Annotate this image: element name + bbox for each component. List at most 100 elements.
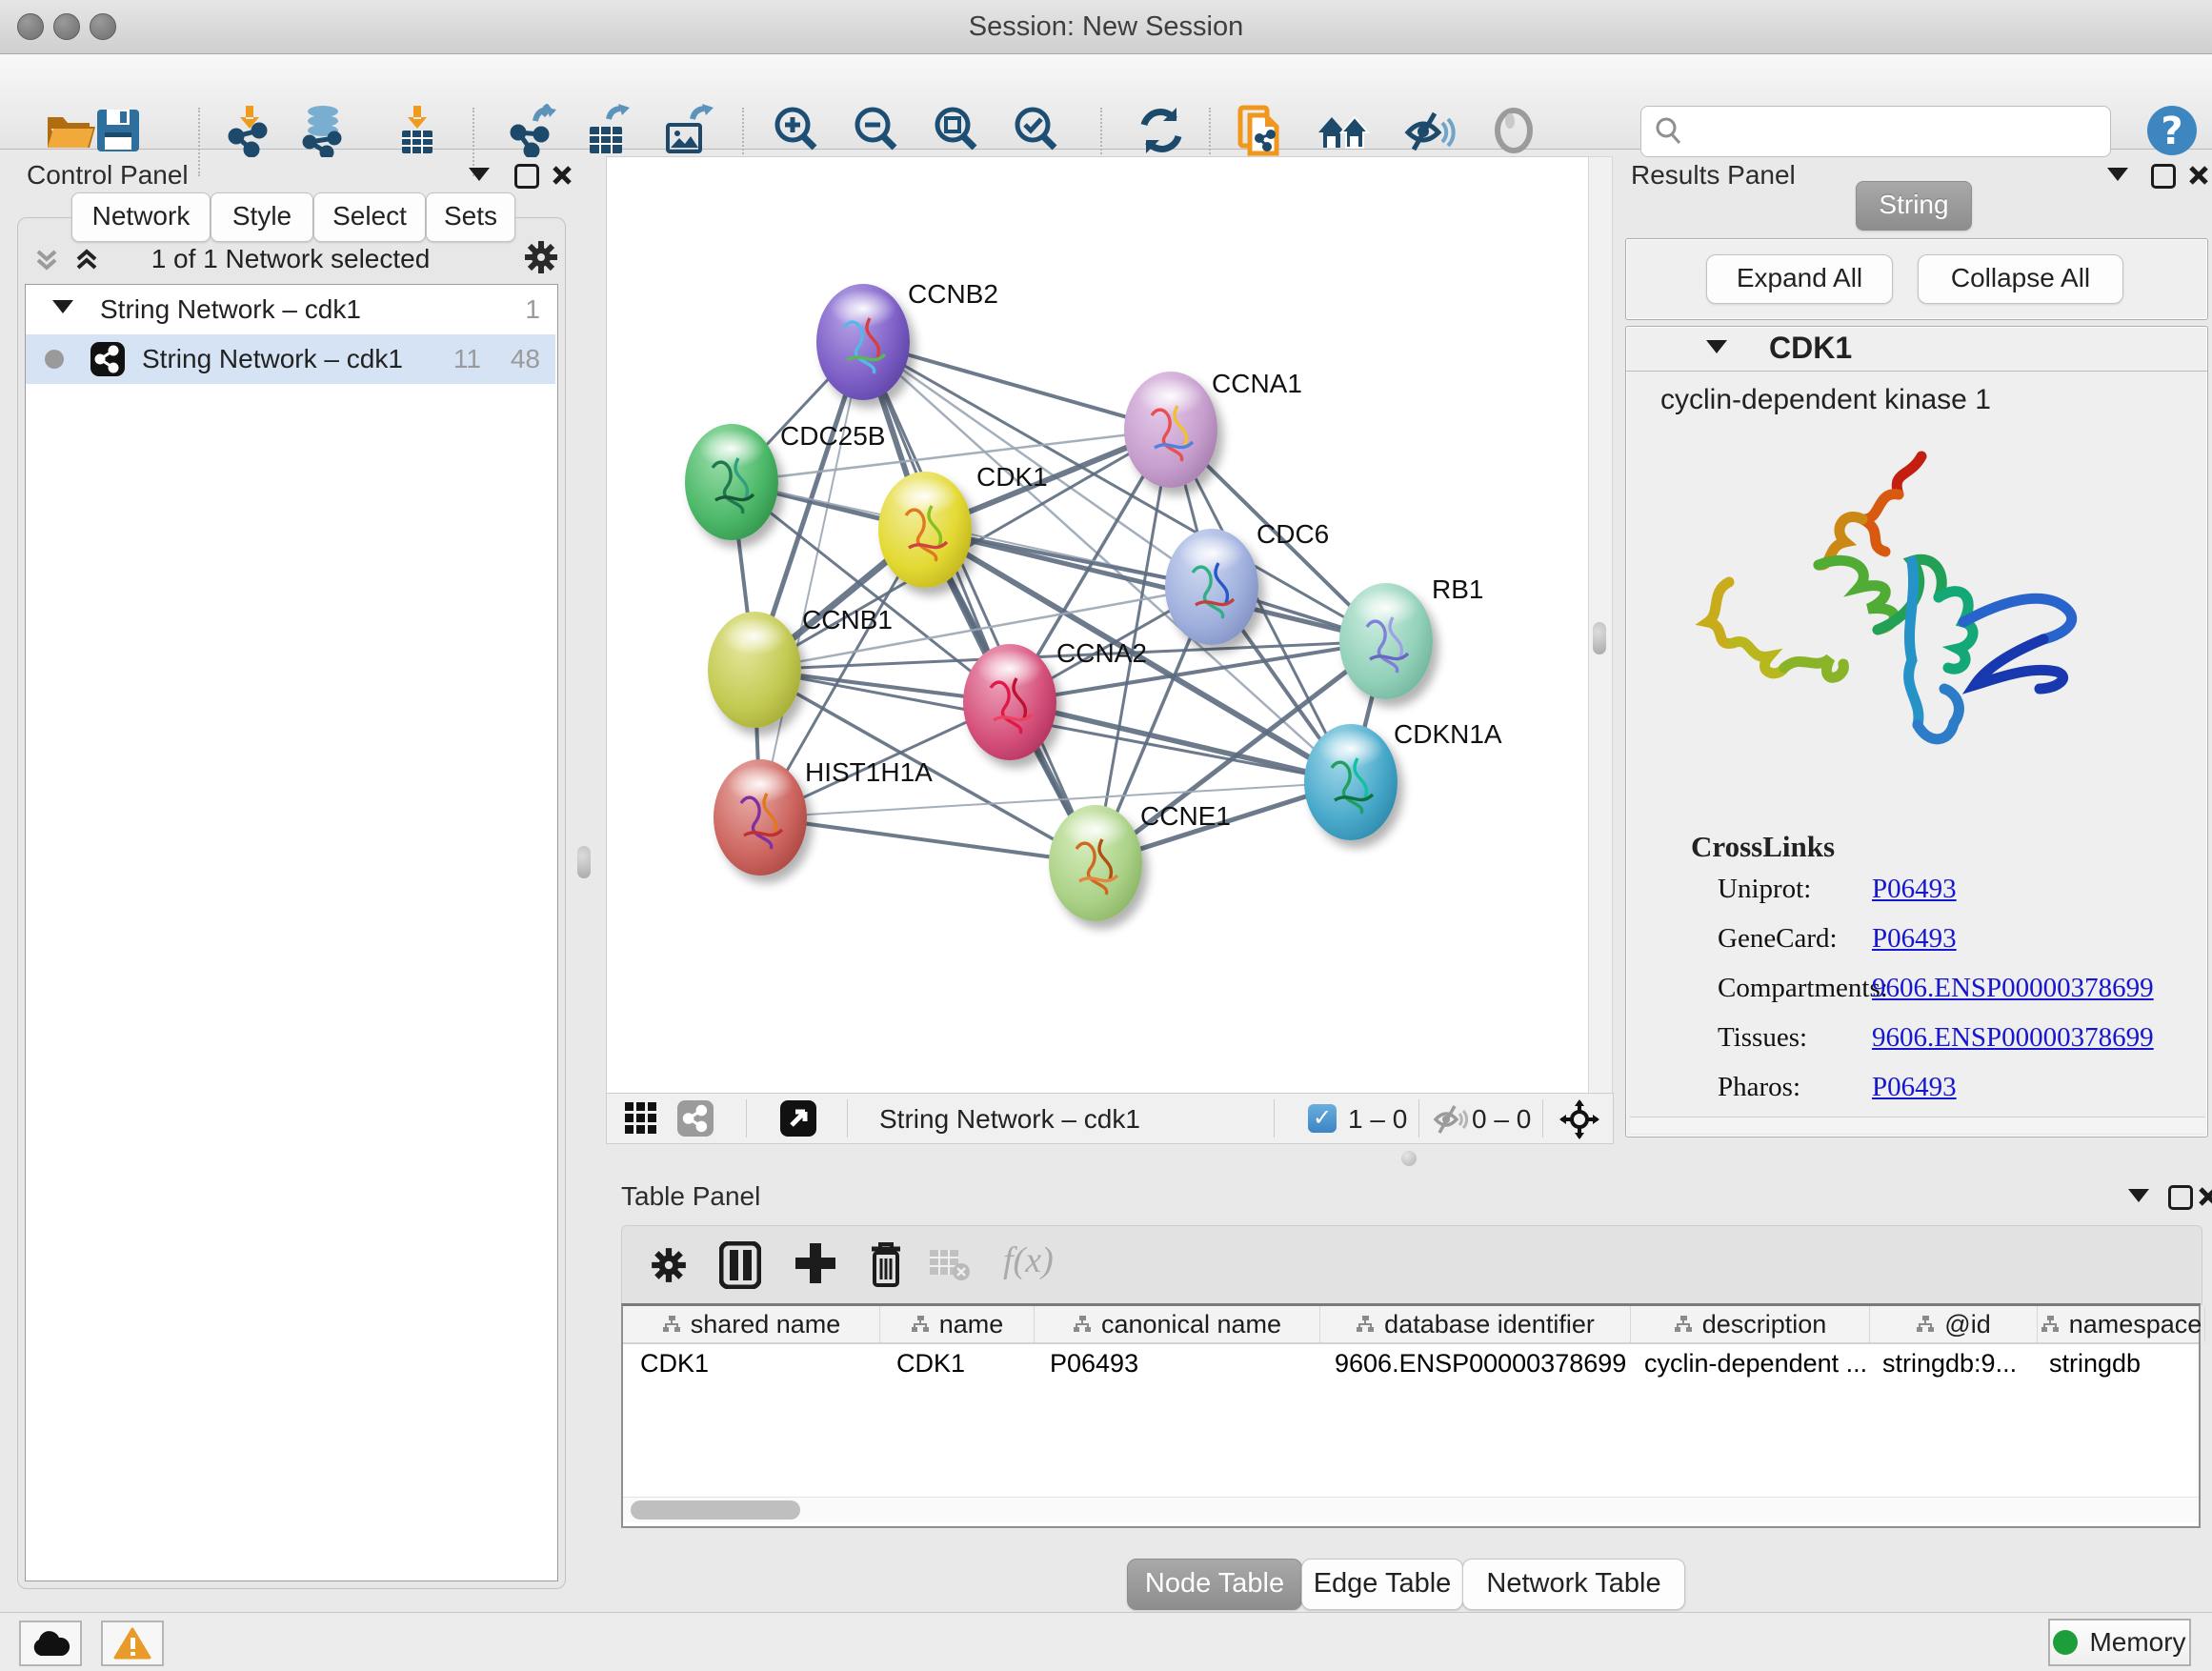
crosslink-link-3[interactable]: 9606.ENSP00000378699 [1872,1022,2154,1054]
tab-network-table[interactable]: Network Table [1462,1559,1685,1610]
control-panel-maximize-icon[interactable] [514,164,539,193]
save-session-icon[interactable] [91,104,145,157]
network-node-CCNE1[interactable] [1049,805,1142,921]
table-panel-float-icon[interactable] [2128,1189,2149,1207]
expand-all-networks-icon[interactable] [72,246,101,279]
export-image-icon[interactable] [660,104,714,157]
control-panel-close-icon[interactable] [551,164,573,191]
tab-node-table[interactable]: Node Table [1127,1559,1302,1610]
memory-button[interactable]: Memory [2048,1619,2191,1666]
network-node-CDC25B[interactable] [685,424,778,540]
network-collection-row[interactable]: String Network – cdk1 1 [26,285,555,334]
import-network-database-icon[interactable] [296,104,350,157]
control-panel-float-icon[interactable] [469,168,490,186]
table-cell[interactable]: CDK1 [623,1344,879,1382]
network-node-CCNA2[interactable] [963,644,1056,760]
tab-network[interactable]: Network [71,192,211,242]
crosslink-link-2[interactable]: 9606.ENSP00000378699 [1872,973,2154,1004]
hidden-eye-slash-icon[interactable] [1432,1102,1468,1141]
refresh-icon[interactable] [1135,104,1188,157]
results-panel-float-icon[interactable] [2107,168,2128,186]
column-header-canonical-name[interactable]: canonical name [1035,1306,1320,1342]
network-node-CCNB2[interactable] [816,284,910,400]
crosslink-link-4[interactable]: P06493 [1872,1072,1957,1103]
tab-sets[interactable]: Sets [426,192,515,242]
column-header-shared-name[interactable]: shared name [623,1306,880,1342]
table-cell[interactable]: 9606.ENSP00000378699 [1317,1344,1627,1382]
warning-status-button[interactable] [101,1621,164,1666]
export-table-icon[interactable] [580,104,633,157]
results-panel-close-icon[interactable] [2187,164,2210,191]
column-header--id[interactable]: @id [1870,1306,2038,1342]
open-session-icon[interactable] [44,104,97,157]
zoom-out-icon[interactable] [850,104,903,157]
tab-edge-table[interactable]: Edge Table [1301,1559,1463,1610]
section-collapse-icon[interactable] [1706,340,1727,353]
home-networks-icon[interactable] [1317,104,1370,157]
column-header-namespace[interactable]: namespace [2038,1306,2205,1342]
network-node-CDKN1A[interactable] [1304,724,1398,840]
results-horizontal-scrollbar[interactable] [1630,1117,2205,1133]
network-node-CDC6[interactable] [1165,529,1258,645]
table-panel-close-icon[interactable] [2197,1185,2212,1213]
cloud-status-button[interactable] [19,1621,82,1666]
crosslink-link-0[interactable]: P06493 [1872,874,1957,905]
table-cell[interactable]: stringdb:9... [1865,1344,2032,1382]
crosslink-link-1[interactable]: P06493 [1872,923,1957,955]
tab-string-results[interactable]: String [1856,181,1972,231]
string-view-badge-icon[interactable] [677,1100,714,1137]
selected-checkbox-icon[interactable]: ✓ [1308,1104,1337,1133]
search-input[interactable] [1691,112,2104,151]
open-in-window-icon[interactable] [780,1100,816,1137]
show-eye-icon[interactable] [1487,104,1540,157]
network-canvas[interactable]: CCNB2CCNA1CDC25BCDK1CDC6RB1CCNB1CCNA2CDK… [606,156,1588,1093]
table-cell[interactable]: cyclin-dependent ... [1627,1344,1865,1382]
table-cell[interactable]: P06493 [1033,1344,1317,1382]
panel-splitter-handle[interactable] [577,846,591,878]
column-header-database-identifier[interactable]: database identifier [1320,1306,1631,1342]
network-node-CCNB1[interactable] [708,612,801,728]
table-scrollbar-thumb[interactable] [631,1500,800,1520]
show-columns-icon[interactable] [719,1241,761,1294]
table-horizontal-scrollbar[interactable] [623,1497,2199,1522]
tab-select[interactable]: Select [313,192,426,242]
canvas-scrollbar-thumb[interactable] [1593,622,1606,654]
export-network-icon[interactable] [507,104,560,157]
collapse-all-button[interactable]: Collapse All [1918,254,2123,304]
import-network-file-icon[interactable] [223,104,276,157]
table-row[interactable]: CDK1CDK1P064939606.ENSP00000378699cyclin… [623,1344,2199,1382]
create-column-icon[interactable] [794,1241,837,1294]
delete-column-trash-icon[interactable] [866,1239,906,1294]
duplicate-network-icon[interactable] [1235,104,1288,157]
network-row-selected[interactable]: String Network – cdk1 11 48 [26,334,555,384]
expand-all-button[interactable]: Expand All [1706,254,1893,304]
canvas-vertical-scrollbar[interactable] [1588,156,1613,1094]
hide-eye-icon[interactable] [1402,104,1456,157]
network-node-HIST1H1A[interactable] [714,759,807,876]
network-options-gear-icon[interactable] [522,238,560,281]
delete-table-icon[interactable] [929,1249,971,1286]
zoom-selected-icon[interactable] [1010,104,1063,157]
column-header-description[interactable]: description [1631,1306,1870,1342]
zoom-fit-icon[interactable] [930,104,983,157]
table-gear-icon[interactable] [649,1245,689,1290]
network-node-CDK1[interactable] [878,472,972,588]
column-header-name[interactable]: name [880,1306,1035,1342]
results-panel-maximize-icon[interactable] [2151,164,2176,193]
network-node-CCNA1[interactable] [1124,372,1217,488]
table-panel-maximize-icon[interactable] [2168,1185,2193,1215]
tab-style[interactable]: Style [211,192,313,242]
import-table-file-icon[interactable] [391,104,444,157]
birdseye-grid-icon[interactable] [624,1101,658,1140]
table-cell[interactable]: CDK1 [879,1344,1033,1382]
table-cell[interactable]: stringdb [2032,1344,2199,1382]
horizontal-splitter-handle[interactable] [1401,1151,1417,1166]
network-node-RB1[interactable] [1339,583,1433,699]
function-builder-icon[interactable]: f(x) [1003,1239,1054,1281]
zoom-in-icon[interactable] [770,104,823,157]
collapse-all-networks-icon[interactable] [32,246,61,279]
help-icon[interactable]: ? [2145,104,2199,157]
node-table[interactable]: shared namenamecanonical namedatabase id… [621,1303,2201,1528]
node-section-header[interactable]: CDK1 [1626,327,2207,372]
pan-crosshair-icon[interactable] [1559,1099,1599,1144]
